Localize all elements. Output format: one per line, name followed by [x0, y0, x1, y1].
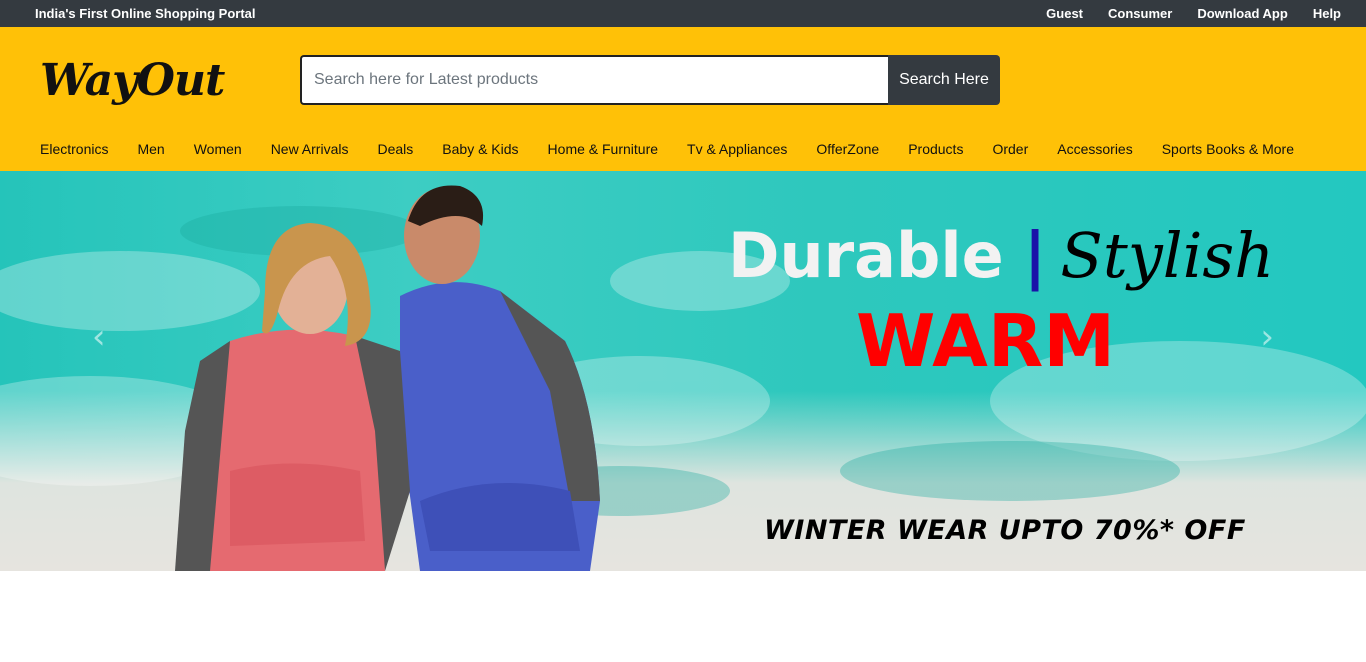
search-input[interactable] [300, 55, 888, 105]
nav-item-electronics[interactable]: Electronics [40, 141, 108, 157]
headline-durable: Durable [728, 219, 1004, 292]
hero-headline: Durable | Stylish [728, 219, 1274, 292]
nav-item-accessories[interactable]: Accessories [1057, 141, 1132, 157]
consumer-link[interactable]: Consumer [1108, 6, 1172, 21]
headline-warm: WARM [856, 299, 1115, 383]
nav-item-offerzone[interactable]: OfferZone [816, 141, 879, 157]
nav-item-sports-books-more[interactable]: Sports Books & More [1162, 141, 1294, 157]
nav-item-deals[interactable]: Deals [377, 141, 413, 157]
top-strip: India's First Online Shopping Portal Gue… [0, 0, 1366, 27]
nav-item-products[interactable]: Products [908, 141, 963, 157]
tagline: India's First Online Shopping Portal [35, 6, 256, 21]
download-app-link[interactable]: Download App [1197, 6, 1288, 21]
nav-item-tv-appliances[interactable]: Tv & Appliances [687, 141, 787, 157]
site-header: WayOut Search Here Electronics Men Women… [0, 27, 1366, 171]
search-form: Search Here [300, 55, 1000, 105]
nav-item-order[interactable]: Order [992, 141, 1028, 157]
nav-item-women[interactable]: Women [194, 141, 242, 157]
nav-item-men[interactable]: Men [137, 141, 164, 157]
guest-link[interactable]: Guest [1046, 6, 1083, 21]
nav-item-new-arrivals[interactable]: New Arrivals [271, 141, 349, 157]
carousel-next-icon[interactable]: › [1260, 317, 1274, 357]
models-photo [175, 185, 600, 571]
help-link[interactable]: Help [1313, 6, 1341, 21]
hero-carousel[interactable]: ‹ › Durable | Stylish WARM WINTER WEAR U… [0, 171, 1366, 571]
offer-text: WINTER WEAR UPTO 70%* OFF [764, 515, 1246, 546]
carousel-prev-icon[interactable]: ‹ [92, 317, 106, 357]
search-button[interactable]: Search Here [888, 55, 1000, 105]
logo[interactable]: WayOut [40, 55, 225, 106]
headline-stylish: Stylish [1060, 219, 1275, 292]
category-nav: Electronics Men Women New Arrivals Deals… [40, 141, 1323, 157]
headline-separator: | [1023, 219, 1047, 292]
nav-item-baby-kids[interactable]: Baby & Kids [442, 141, 518, 157]
nav-item-home-furniture[interactable]: Home & Furniture [548, 141, 658, 157]
top-links: Guest Consumer Download App Help [1021, 6, 1341, 21]
